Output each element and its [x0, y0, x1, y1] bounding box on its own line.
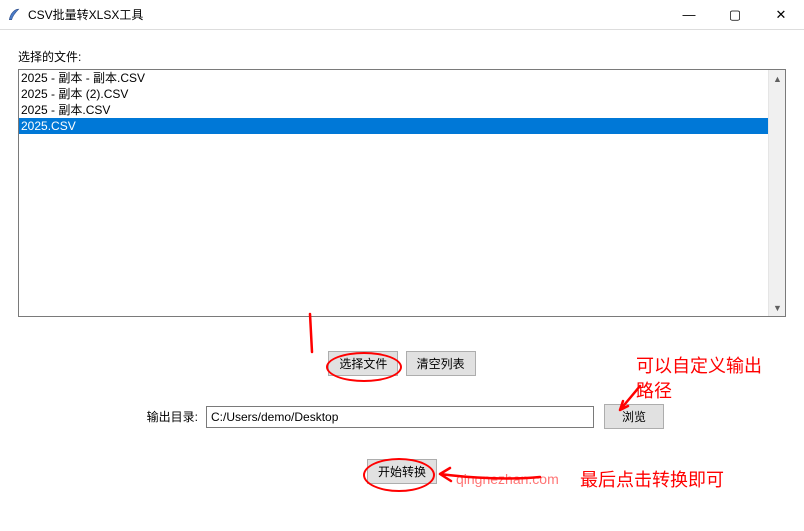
list-item[interactable]: 2025 - 副本 (2).CSV — [19, 86, 768, 102]
content-area: 选择的文件: 2025 - 副本 - 副本.CSV2025 - 副本 (2).C… — [0, 30, 804, 494]
scroll-up-button[interactable]: ▲ — [769, 70, 786, 87]
annotation-ellipse-choose — [326, 352, 402, 382]
browse-button[interactable]: 浏览 — [604, 404, 664, 429]
maximize-button[interactable]: ▢ — [712, 0, 758, 30]
annotation-ellipse-start — [363, 458, 435, 492]
file-listbox[interactable]: 2025 - 副本 - 副本.CSV2025 - 副本 (2).CSV2025 … — [18, 69, 786, 317]
output-row: 输出目录: 浏览 — [18, 404, 786, 429]
button-row: 选择文件 清空列表 — [18, 351, 786, 376]
list-item[interactable]: 2025 - 副本 - 副本.CSV — [19, 70, 768, 86]
close-button[interactable]: ✕ — [758, 0, 804, 30]
minimize-button[interactable]: — — [666, 0, 712, 30]
output-dir-input[interactable] — [206, 406, 594, 428]
list-item[interactable]: 2025 - 副本.CSV — [19, 102, 768, 118]
list-item[interactable]: 2025.CSV — [19, 118, 768, 134]
app-icon — [6, 7, 22, 23]
clear-list-button[interactable]: 清空列表 — [406, 351, 476, 376]
scroll-down-button[interactable]: ▼ — [769, 299, 786, 316]
selected-files-label: 选择的文件: — [18, 48, 786, 65]
output-dir-label: 输出目录: — [138, 408, 198, 425]
window-title: CSV批量转XLSX工具 — [28, 6, 143, 23]
watermark: qingnezhan.com — [456, 471, 559, 487]
scrollbar[interactable]: ▲ ▼ — [768, 70, 785, 316]
titlebar: CSV批量转XLSX工具 — ▢ ✕ — [0, 0, 804, 30]
